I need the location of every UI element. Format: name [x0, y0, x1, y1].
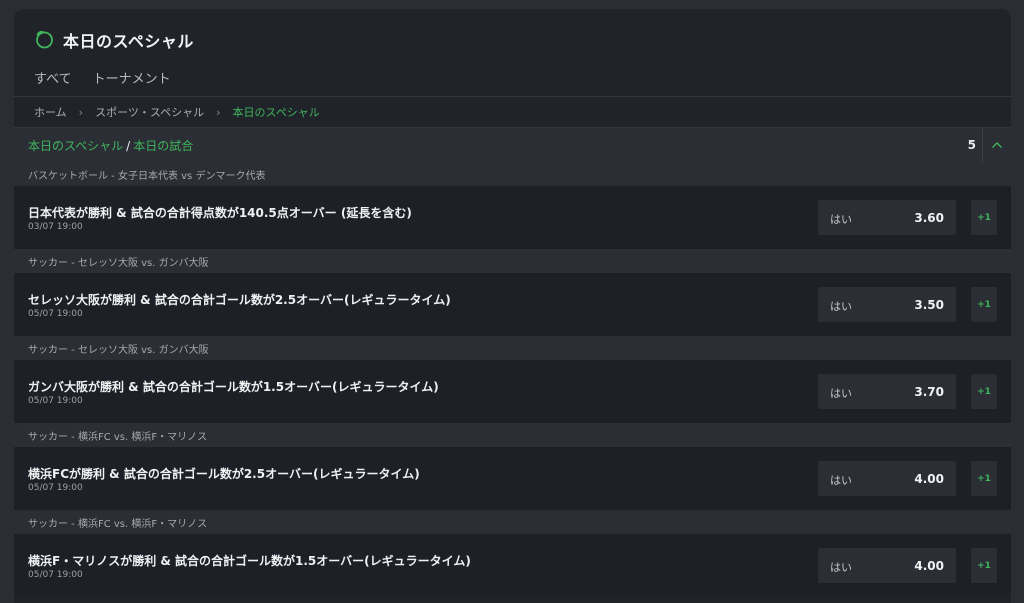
event-category: サッカー - 横浜FC vs. 横浜F・マリノス [14, 510, 1011, 534]
breadcrumb-current[interactable]: 本日のスペシャル [233, 104, 320, 120]
section-header[interactable]: 本日のスペシャル / 本日の試合 5 [14, 127, 1011, 162]
odds-button[interactable]: はい 3.50 [818, 287, 956, 322]
event-category: サッカー - 横浜FC vs. 横浜F・マリノス [14, 423, 1011, 447]
odds-value: 3.60 [914, 211, 944, 225]
tab-bar: すべて トーナメント [34, 68, 171, 87]
event-date: 05/07 19:00 [28, 309, 83, 319]
odds-button[interactable]: はい 3.70 [818, 374, 956, 409]
odds-value: 3.70 [914, 385, 944, 399]
breadcrumb-sports-specials[interactable]: スポーツ・スペシャル [95, 104, 204, 120]
event-name: セレッソ大阪が勝利 & 試合の合計ゴール数が2.5オーバー(レギュラータイム) [28, 293, 451, 307]
more-markets-button[interactable]: +1 [971, 287, 997, 322]
event-row: 横浜FCが勝利 & 試合の合計ゴール数が2.5オーバー(レギュラータイム) 05… [14, 447, 1011, 510]
event-row: ガンバ大阪が勝利 & 試合の合計ゴール数が1.5オーバー(レギュラータイム) 0… [14, 360, 1011, 423]
chevron-right-icon: › [78, 105, 84, 119]
section-title: 本日のスペシャル / 本日の試合 [28, 137, 193, 154]
tab-tournament[interactable]: トーナメント [93, 68, 171, 87]
section-title-part1[interactable]: 本日のスペシャル [28, 139, 123, 153]
breadcrumb-home[interactable]: ホーム [34, 104, 67, 120]
collapse-button[interactable] [982, 128, 1011, 162]
section-title-separator: / [126, 138, 131, 153]
odds-button[interactable]: はい 3.60 [818, 200, 956, 235]
event-name: 横浜FCが勝利 & 試合の合計ゴール数が2.5オーバー(レギュラータイム) [28, 467, 420, 481]
event-date: 03/07 19:00 [28, 222, 83, 232]
odds-label: はい [830, 300, 852, 313]
odds-value: 3.50 [914, 298, 944, 312]
section-title-part2[interactable]: 本日の試合 [133, 139, 193, 153]
odds-button[interactable]: はい 4.00 [818, 548, 956, 583]
event-category: サッカー - セレッソ大阪 vs. ガンバ大阪 [14, 249, 1011, 273]
event-category: サッカー - セレッソ大阪 vs. ガンバ大阪 [14, 336, 1011, 360]
event-name: 日本代表が勝利 & 試合の合計得点数が140.5点オーバー (延長を含む) [28, 206, 412, 220]
odds-button[interactable]: はい 4.00 [818, 461, 956, 496]
odds-value: 4.00 [914, 472, 944, 486]
event-date: 05/07 19:00 [28, 483, 83, 493]
page-header: 本日のスペシャル すべて トーナメント [14, 9, 1011, 96]
section-count: 5 [967, 138, 976, 152]
odds-label: はい [830, 213, 852, 226]
event-name: 横浜F・マリノスが勝利 & 試合の合計ゴール数が1.5オーバー(レギュラータイム… [28, 554, 471, 568]
odds-label: はい [830, 387, 852, 400]
more-markets-button[interactable]: +1 [971, 461, 997, 496]
chevron-right-icon: › [216, 105, 221, 119]
event-category: バスケットボール - 女子日本代表 vs デンマーク代表 [14, 162, 1011, 186]
event-row: セレッソ大阪が勝利 & 試合の合計ゴール数が2.5オーバー(レギュラータイム) … [14, 273, 1011, 336]
event-date: 05/07 19:00 [28, 570, 83, 580]
breadcrumb: ホーム › スポーツ・スペシャル › 本日のスペシャル [14, 97, 1011, 127]
more-markets-button[interactable]: +1 [971, 200, 997, 235]
odds-label: はい [830, 474, 852, 487]
odds-value: 4.00 [914, 559, 944, 573]
event-name: ガンバ大阪が勝利 & 試合の合計ゴール数が1.5オーバー(レギュラータイム) [28, 380, 439, 394]
more-markets-button[interactable]: +1 [971, 374, 997, 409]
specials-logo-icon [36, 30, 53, 49]
specials-panel: 本日のスペシャル すべて トーナメント ホーム › スポーツ・スペシャル › 本… [14, 9, 1011, 603]
more-markets-button[interactable]: +1 [971, 548, 997, 583]
tab-all[interactable]: すべて [34, 68, 72, 87]
event-date: 05/07 19:00 [28, 396, 83, 406]
page-title: 本日のスペシャル [63, 32, 194, 51]
event-list: バスケットボール - 女子日本代表 vs デンマーク代表 日本代表が勝利 & 試… [14, 162, 1011, 597]
chevron-up-icon [992, 142, 1002, 148]
odds-label: はい [830, 561, 852, 574]
event-row: 日本代表が勝利 & 試合の合計得点数が140.5点オーバー (延長を含む) 03… [14, 186, 1011, 249]
event-row: 横浜F・マリノスが勝利 & 試合の合計ゴール数が1.5オーバー(レギュラータイム… [14, 534, 1011, 597]
